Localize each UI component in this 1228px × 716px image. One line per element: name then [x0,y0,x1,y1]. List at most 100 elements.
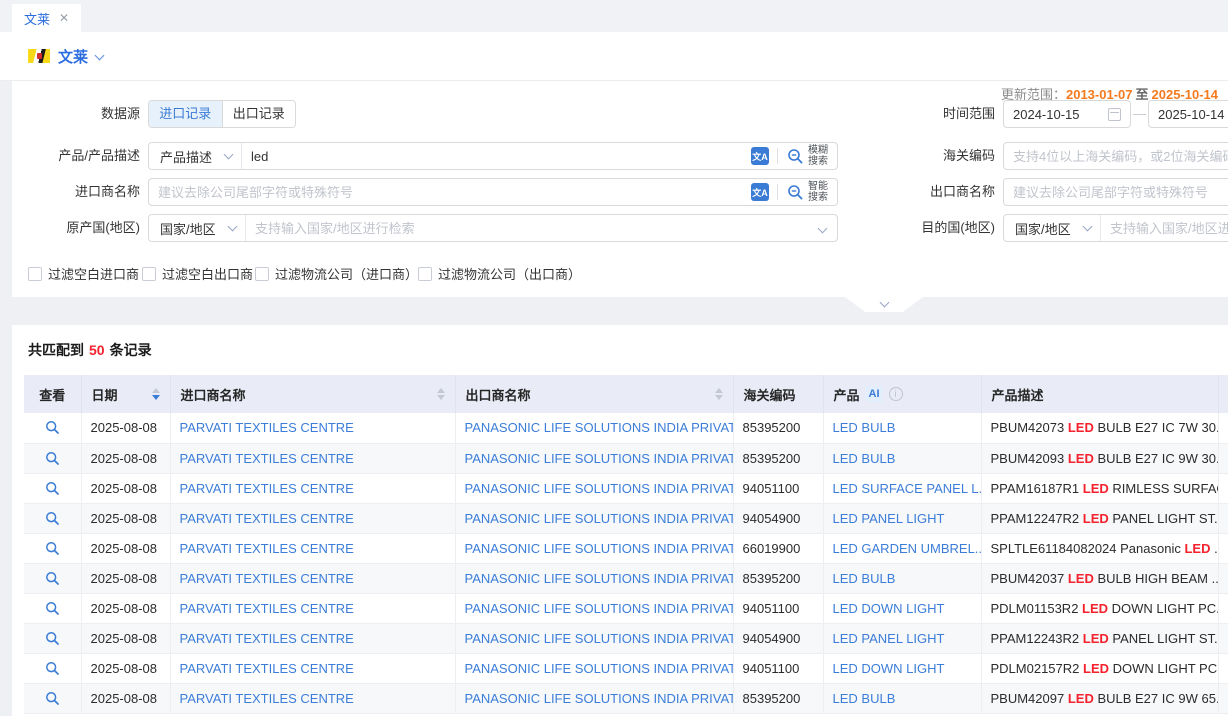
exporter-name-input[interactable] [1003,178,1228,206]
hs-code-cell: 85395200 [733,413,823,443]
product-link[interactable]: LED DOWN LIGHT [823,593,981,623]
exporter-link[interactable]: PANASONIC LIFE SOLUTIONS INDIA PRIVAT... [455,443,733,473]
checkbox-icon[interactable] [418,267,432,281]
import-records-option[interactable]: 进口记录 [149,101,222,127]
country-selector[interactable]: 文莱 [58,46,103,67]
date-from-input[interactable]: 2024-10-15 [1003,100,1131,128]
checkbox-icon[interactable] [28,267,42,281]
importer-link[interactable]: PARVATI TEXTILES CENTRE [170,533,455,563]
calendar-icon[interactable] [1108,108,1121,121]
header-view: 查看 [34,385,71,404]
importer-name-input[interactable] [149,180,751,204]
header-hs-code: 海关编码 [744,385,813,404]
page-header: 文莱 [0,32,1228,81]
product-link[interactable]: LED BULB [823,443,981,473]
product-link[interactable]: LED PANEL LIGHT [823,623,981,653]
date-to-input[interactable]: 2025-10-14 [1148,100,1228,128]
smart-search-button[interactable]: 智能 搜索 [786,181,837,203]
exporter-link[interactable]: PANASONIC LIFE SOLUTIONS INDIA PRIVAT... [455,593,733,623]
overflow-cell [1218,413,1228,443]
importer-link[interactable]: PARVATI TEXTILES CENTRE [170,563,455,593]
product-link[interactable]: LED GARDEN UMBREL... [823,533,981,563]
filter-logistics-importer-checkbox[interactable]: 过滤物流公司（进口商） [255,264,418,283]
origin-country-input[interactable] [246,216,813,240]
collapse-filter-handle[interactable] [845,297,923,312]
origin-type-select[interactable]: 国家/地区 [149,215,246,241]
chevron-down-icon [228,222,238,232]
importer-link[interactable]: PARVATI TEXTILES CENTRE [170,623,455,653]
translate-icon[interactable]: 文A [751,147,769,165]
product-link[interactable]: LED PANEL LIGHT [823,503,981,533]
importer-label: 进口商名称 [12,178,140,206]
exporter-link[interactable]: PANASONIC LIFE SOLUTIONS INDIA PRIVAT... [455,533,733,563]
view-cell [24,443,81,473]
export-records-option[interactable]: 出口记录 [222,101,296,127]
product-link[interactable]: LED BULB [823,413,981,443]
product-link[interactable]: LED BULB [823,563,981,593]
origin-label: 原产国(地区) [12,214,140,242]
chevron-down-icon [95,50,105,60]
date-cell: 2025-08-08 [81,623,170,653]
destination-type-select[interactable]: 国家/地区 [1004,215,1101,241]
importer-link[interactable]: PARVATI TEXTILES CENTRE [170,593,455,623]
product-link[interactable]: LED DOWN LIGHT [823,653,981,683]
table-row: 2025-08-08 PARVATI TEXTILES CENTRE PANAS… [24,413,1228,443]
destination-country-input[interactable] [1101,216,1228,240]
hs-code-input[interactable] [1003,142,1228,170]
checkbox-icon[interactable] [255,267,269,281]
view-record-button[interactable] [41,477,63,499]
table-row: 2025-08-08 PARVATI TEXTILES CENTRE PANAS… [24,503,1228,533]
exporter-link[interactable]: PANASONIC LIFE SOLUTIONS INDIA PRIVAT... [455,653,733,683]
exporter-link[interactable]: PANASONIC LIFE SOLUTIONS INDIA PRIVAT... [455,683,733,713]
view-record-button[interactable] [41,567,63,589]
exporter-link[interactable]: PANASONIC LIFE SOLUTIONS INDIA PRIVAT... [455,473,733,503]
importer-link[interactable]: PARVATI TEXTILES CENTRE [170,443,455,473]
view-record-button[interactable] [41,537,63,559]
exporter-control [1003,178,1228,206]
view-record-button[interactable] [41,507,63,529]
product-link[interactable]: LED SURFACE PANEL L... [823,473,981,503]
sort-date-control[interactable] [152,388,160,400]
description-cell: PPAM16187R1 LED RIMLESS SURFAC... [981,473,1218,503]
exporter-link[interactable]: PANASONIC LIFE SOLUTIONS INDIA PRIVAT... [455,503,733,533]
hs-code-cell: 94051100 [733,593,823,623]
highlighted-keyword: LED [1082,601,1108,616]
importer-link[interactable]: PARVATI TEXTILES CENTRE [170,413,455,443]
exporter-link[interactable]: PANASONIC LIFE SOLUTIONS INDIA PRIVAT... [455,563,733,593]
product-link[interactable]: LED BULB [823,683,981,713]
product-search-input[interactable] [242,144,751,168]
info-icon[interactable]: i [889,387,903,401]
view-record-button[interactable] [41,627,63,649]
fuzzy-search-button[interactable]: 模糊 搜索 [786,145,837,167]
exporter-link[interactable]: PANASONIC LIFE SOLUTIONS INDIA PRIVAT... [455,413,733,443]
table-row: 2025-08-08 PARVATI TEXTILES CENTRE PANAS… [24,533,1228,563]
highlighted-keyword: LED [1083,631,1109,646]
result-count: 50 [84,342,110,358]
tab-brunei[interactable]: 文莱 ✕ [12,4,81,32]
importer-link[interactable]: PARVATI TEXTILES CENTRE [170,683,455,713]
table-header-row: 查看 日期 进口商名称 出口商名称 海关编码 产品 [24,375,1228,413]
view-record-button[interactable] [41,657,63,679]
destination-label: 目的国(地区) [867,214,995,242]
importer-link[interactable]: PARVATI TEXTILES CENTRE [170,503,455,533]
sort-importer-control[interactable] [437,388,445,400]
filter-logistics-exporter-checkbox[interactable]: 过滤物流公司（出口商） [418,264,581,283]
view-record-button[interactable] [41,447,63,469]
close-icon[interactable]: ✕ [59,12,69,24]
translate-icon[interactable]: 文A [751,183,769,201]
importer-link[interactable]: PARVATI TEXTILES CENTRE [170,653,455,683]
view-record-button[interactable] [41,687,63,709]
overflow-cell [1218,653,1228,683]
filter-blank-importer-checkbox[interactable]: 过滤空白进口商 [28,264,139,283]
results-table: 查看 日期 进口商名称 出口商名称 海关编码 产品 [24,375,1228,716]
sort-exporter-control[interactable] [715,388,723,400]
view-cell [24,413,81,443]
view-record-button[interactable] [41,597,63,619]
table-row: 2025-08-08 PARVATI TEXTILES CENTRE PANAS… [24,593,1228,623]
product-type-select[interactable]: 产品描述 [149,143,242,169]
view-record-button[interactable] [41,417,63,439]
checkbox-icon[interactable] [142,267,156,281]
importer-link[interactable]: PARVATI TEXTILES CENTRE [170,473,455,503]
exporter-link[interactable]: PANASONIC LIFE SOLUTIONS INDIA PRIVAT... [455,623,733,653]
filter-blank-exporter-checkbox[interactable]: 过滤空白出口商 [142,264,253,283]
